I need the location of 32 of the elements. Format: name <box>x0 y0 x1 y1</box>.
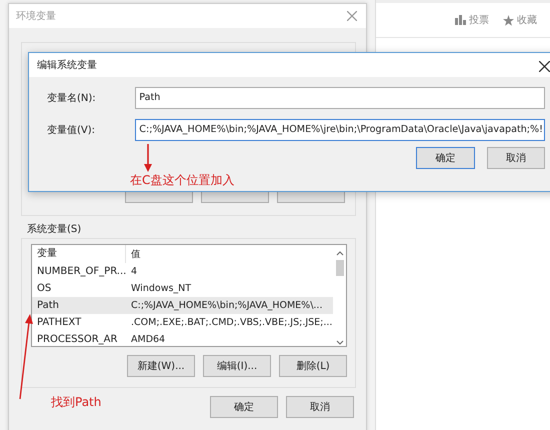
annotation-text: 在C盘这个位置加入 <box>130 174 234 188</box>
annotation-text: 找到Path <box>51 396 102 410</box>
dialog-button[interactable]: 新建(W)... <box>127 355 195 377</box>
list-row[interactable]: OS Windows_NT <box>32 280 333 297</box>
annotation-arrow <box>144 144 152 172</box>
dialog-button[interactable]: 删除(L) <box>279 355 347 377</box>
scroll-thumb[interactable] <box>336 260 344 276</box>
group-label: 系统变量(S) <box>26 222 82 236</box>
list-row[interactable]: PROCESSOR_AR AMD64 <box>32 331 333 348</box>
list-row[interactable]: NUMBER_OF_PR... 4 <box>32 263 333 280</box>
column-header[interactable]: 变量 <box>32 245 126 263</box>
input-field[interactable]: Path <box>135 87 545 109</box>
input-field[interactable]: C:;%JAVA_HOME%\bin;%JAVA_HOME%\jre\bin;\ProgramData\Oracle\Java\javapath;%! <box>135 119 545 141</box>
toolbar-link[interactable]: 收藏 <box>517 13 537 27</box>
dialog-button[interactable]: 确定 <box>210 396 278 418</box>
close-icon[interactable] <box>539 61 550 72</box>
scroll-down-icon[interactable] <box>336 340 344 346</box>
dialog-button[interactable]: 编辑(I)... <box>203 355 271 377</box>
window-title: 环境变量 <box>16 10 56 23</box>
list-row[interactable]: Path C:;%JAVA_HOME%\bin;%JAVA_HOME%\... <box>32 297 333 314</box>
dialog-button[interactable]: 取消 <box>486 147 545 169</box>
scroll-up-icon[interactable] <box>336 250 344 256</box>
column-header[interactable]: 值 <box>126 248 141 260</box>
bar-chart-icon <box>455 15 466 25</box>
dialog-button[interactable]: 确定 <box>416 147 474 169</box>
window-title: 编辑系统变量 <box>37 58 97 72</box>
toolbar-link[interactable]: 投票 <box>469 13 489 27</box>
list-row[interactable]: PATHEXT .COM;.EXE;.BAT;.CMD;.VBS;.VBE;.JS;.JSE;... <box>32 314 333 331</box>
star-icon <box>503 14 514 26</box>
dialog-button[interactable]: 取消 <box>286 396 354 418</box>
field-label: 变量名(N): <box>47 92 97 105</box>
field-label: 变量值(V): <box>47 124 96 137</box>
